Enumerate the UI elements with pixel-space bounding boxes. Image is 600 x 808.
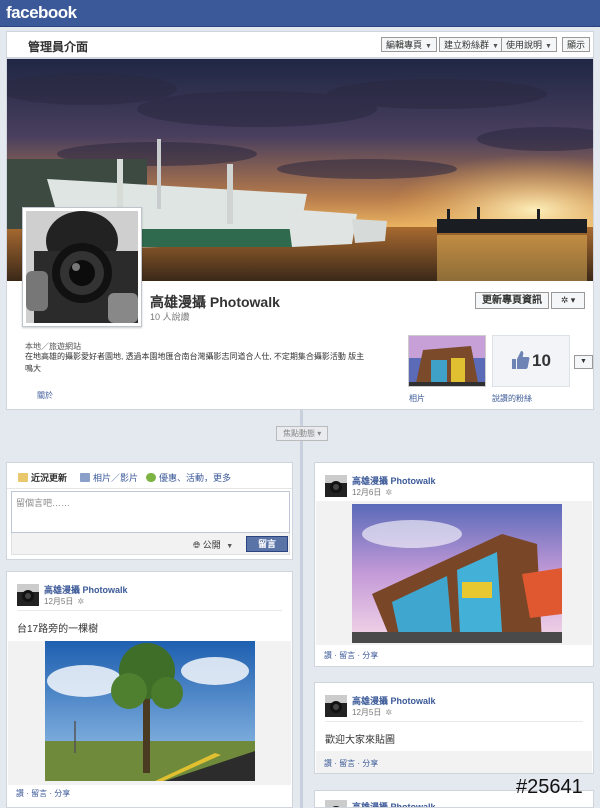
divider (17, 610, 282, 611)
timeline-post: 高雄漫攝 Photowalk 12月6日 ✲ 讚 · 留言 · 分享 (314, 462, 594, 667)
like-count: 10 (532, 351, 551, 370)
page-title: 高雄漫攝 Photowalk (150, 294, 280, 310)
avatar[interactable] (325, 475, 347, 497)
tab-photo-video[interactable]: 相片／影片 (80, 471, 138, 484)
status-icon (18, 473, 28, 482)
post-date[interactable]: 12月6日 ✲ (352, 487, 392, 498)
post-date[interactable]: 12月5日 ✲ (352, 707, 392, 718)
page-settings-button[interactable]: ✲ ▾ (551, 292, 585, 309)
privacy-selector[interactable]: 🌐︎ 公開 ▼ (193, 538, 233, 551)
post-image-frame (316, 501, 592, 645)
post-author[interactable]: 高雄漫攝 Photowalk (352, 474, 436, 487)
post-date[interactable]: 12月5日 ✲ (44, 596, 84, 607)
more-thumbnails-button[interactable]: ▼ (574, 355, 593, 369)
likes-summary: 10 人說讚 (150, 312, 190, 322)
status-input[interactable]: 留個言吧…… (11, 491, 290, 533)
facebook-logo[interactable]: facebook (6, 3, 77, 23)
top-bar: facebook (0, 0, 600, 27)
tab-offer-event[interactable]: 優惠、活動，更多 (146, 471, 231, 484)
admin-panel-bar: 管理員介面 編輯專頁 ▼ 建立粉絲群 ▼ 使用說明 ▼ 顯示 (6, 31, 594, 58)
post-author[interactable]: 高雄漫攝 Photowalk (352, 694, 436, 707)
caret-down-icon: ▼ (492, 43, 499, 50)
globe-icon: ✲ (385, 708, 393, 717)
build-audience-button[interactable]: 建立粉絲群 ▼ (439, 37, 504, 52)
edit-page-button[interactable]: 編輯專頁 ▼ (381, 37, 437, 52)
help-button[interactable]: 使用說明 ▼ (501, 37, 557, 52)
page-description: 在地高雄的攝影愛好者園地, 透過本園地匯合南台灣攝影志同道合人仕, 不定期集合攝… (25, 352, 365, 373)
post-image[interactable] (352, 504, 562, 643)
globe-icon: 🌐︎ (193, 540, 201, 550)
post-text: 台17路旁的一棵樹 (17, 624, 99, 635)
caret-down-icon: ▼ (226, 543, 234, 550)
post-composer: 近況更新 相片／影片 優惠、活動，更多 留個言吧…… 🌐︎ 公開 ▼ 留言 (6, 462, 293, 560)
avatar[interactable] (17, 584, 39, 606)
thumbs-up-icon (512, 351, 530, 369)
post-author[interactable]: 高雄漫攝 Photowalk (44, 583, 128, 596)
caret-down-icon: ▼ (425, 43, 432, 50)
composer-footer: 🌐︎ 公開 ▼ 留言 (11, 533, 290, 555)
photo-icon (80, 473, 90, 482)
tab-status[interactable]: 近況更新 (18, 471, 67, 484)
divider (325, 721, 583, 722)
globe-icon: ✲ (385, 488, 393, 497)
post-actions[interactable]: 讚 · 留言 · 分享 (324, 758, 378, 769)
highlights-filter[interactable]: 焦點動態 ▾ (276, 426, 329, 441)
post-actions[interactable]: 讚 · 留言 · 分享 (16, 788, 70, 799)
post-actions[interactable]: 讚 · 留言 · 分享 (324, 650, 378, 661)
likes-thumbnail[interactable]: 10 (492, 335, 570, 387)
post-image-frame (8, 641, 291, 785)
profile-picture[interactable] (22, 207, 142, 327)
page-header-card: 高雄漫攝 Photowalk 10 人說讚 更新專頁資訊 ✲ ▾ 本地／旅遊網站… (6, 58, 594, 410)
show-admin-button[interactable]: 顯示 (562, 37, 591, 52)
post-text: 歡迎大家來貼圖 (325, 735, 395, 746)
caret-down-icon: ▼ (545, 43, 552, 50)
timeline-post: 高雄漫攝 Photowalk 12月5日 ✲ 台17路旁的一棵樹 讚 · 留言 ·… (6, 571, 293, 808)
timeline-post: 高雄漫攝 Photowalk 12月5日 ✲ 歡迎大家來貼圖 讚 · 留言 · 分… (314, 682, 594, 774)
post-image[interactable] (45, 641, 255, 781)
globe-icon: ✲ (77, 597, 85, 606)
avatar[interactable] (325, 695, 347, 717)
photos-thumbnail[interactable] (408, 335, 486, 387)
admin-panel-title: 管理員介面 (28, 40, 89, 54)
watermark-id: #25641 (516, 776, 583, 798)
update-page-info-button[interactable]: 更新專頁資訊 (475, 292, 549, 309)
composer-tabs: 近況更新 相片／影片 優惠、活動，更多 (7, 463, 292, 489)
about-link[interactable]: 關於 (37, 390, 53, 401)
event-icon (146, 473, 156, 482)
avatar[interactable] (325, 800, 347, 807)
photos-label[interactable]: 相片 (409, 393, 425, 404)
post-button[interactable]: 留言 (246, 536, 288, 552)
timeline-spine (300, 410, 303, 808)
post-author[interactable]: 高雄漫攝 Photowalk (352, 800, 436, 807)
fans-label[interactable]: 說讚的粉絲 (492, 393, 532, 404)
